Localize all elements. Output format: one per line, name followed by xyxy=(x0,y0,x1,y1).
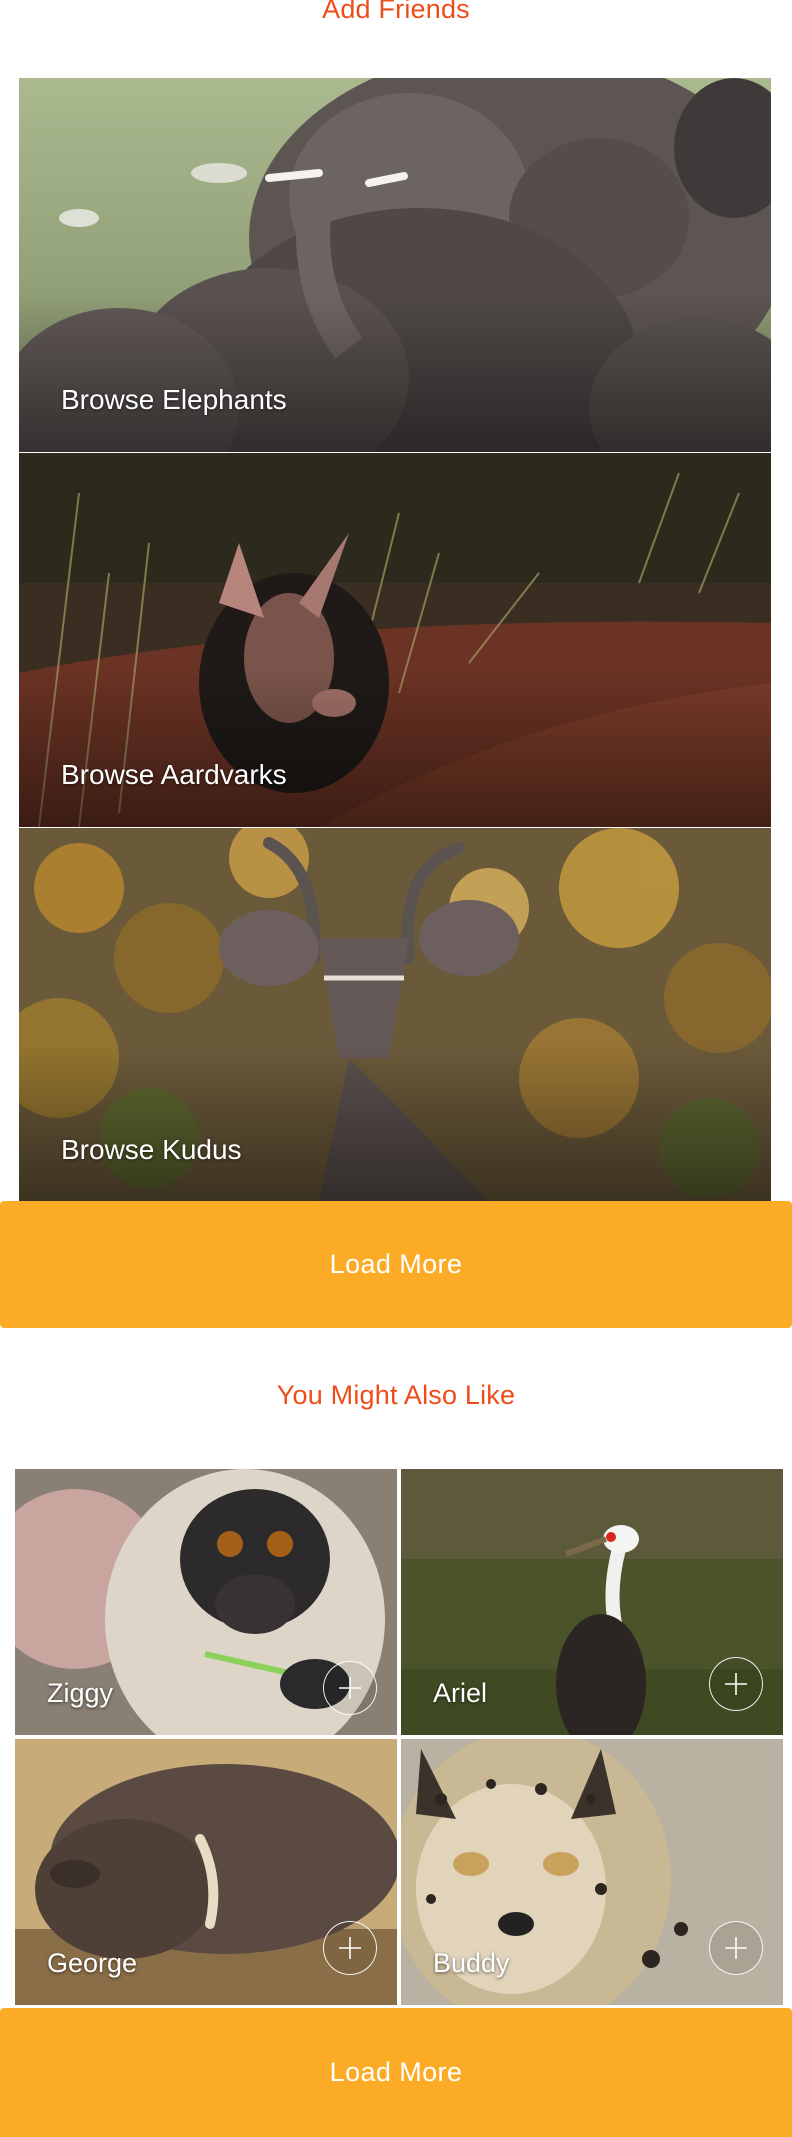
animal-card-ziggy[interactable]: Ziggy xyxy=(15,1469,397,1735)
add-friend-button[interactable] xyxy=(709,1657,763,1711)
suggestions-title: You Might Also Like xyxy=(276,1380,516,1410)
animal-name: Buddy xyxy=(433,1948,510,1978)
animal-card-ariel[interactable]: Ariel xyxy=(401,1469,783,1735)
browse-kudus-card[interactable]: Browse Kudus xyxy=(19,828,771,1202)
animal-name: George xyxy=(47,1948,138,1978)
plus-icon xyxy=(339,1677,361,1699)
add-friend-button[interactable] xyxy=(323,1661,377,1715)
animal-name: Ziggy xyxy=(47,1678,114,1708)
animal-name: Ariel xyxy=(433,1678,488,1708)
browse-aardvarks-card[interactable]: Browse Aardvarks xyxy=(19,453,771,827)
plus-icon xyxy=(725,1673,747,1695)
animal-card-buddy[interactable]: Buddy xyxy=(401,1739,783,2005)
animal-card-george[interactable]: George xyxy=(15,1739,397,2005)
add-friend-button[interactable] xyxy=(323,1921,377,1975)
browse-aardvarks-label: Browse Aardvarks xyxy=(61,759,287,790)
add-friend-button[interactable] xyxy=(709,1921,763,1975)
plus-icon xyxy=(725,1937,747,1959)
page-title: Add Friends xyxy=(322,0,470,24)
browse-elephants-label: Browse Elephants xyxy=(61,384,287,415)
load-more-button[interactable]: Load More xyxy=(0,1201,792,1328)
browse-kudus-label: Browse Kudus xyxy=(61,1134,242,1165)
load-more-button[interactable]: Load More xyxy=(0,2008,792,2137)
browse-elephants-card[interactable]: Browse Elephants xyxy=(19,78,771,452)
plus-icon xyxy=(339,1937,361,1959)
